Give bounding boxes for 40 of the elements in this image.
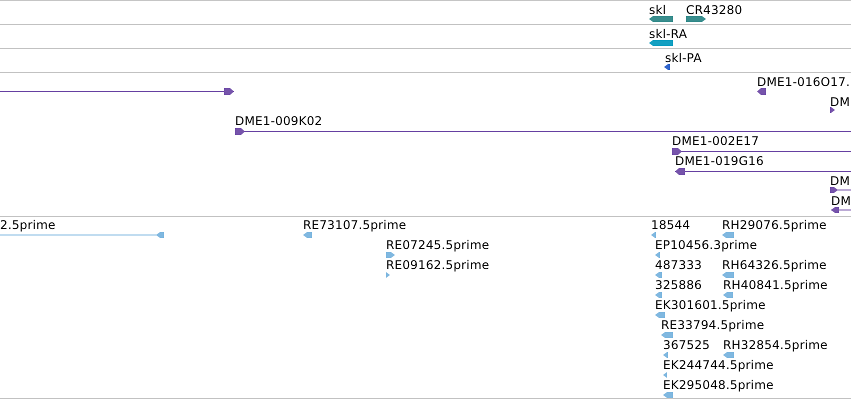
feature-line[interactable]	[675, 168, 851, 174]
feature-glyph[interactable]	[830, 107, 835, 113]
feature-label: RH29076.5prime	[722, 218, 827, 232]
feature-label: RH40841.5prime	[723, 278, 828, 292]
feature-label: 325886	[655, 278, 702, 292]
feature-label: DME1-019G16	[675, 154, 764, 168]
feature-glyph[interactable]	[664, 64, 670, 70]
feature-line[interactable]	[831, 207, 851, 213]
feature-line[interactable]	[235, 128, 851, 134]
feature-label: DM	[831, 194, 851, 208]
feature-glyph[interactable]	[649, 16, 673, 22]
feature-label: skl-PA	[665, 51, 702, 65]
feature-label: DME1-009K02	[235, 114, 322, 128]
feature-line[interactable]	[0, 88, 234, 94]
feature-label: RH32854.5prime	[723, 338, 828, 352]
feature-label: DME1-002E17	[672, 134, 760, 148]
feature-glyph[interactable]	[649, 40, 673, 46]
feature-label: RH64326.5prime	[722, 258, 827, 272]
feature-label: 18544	[651, 218, 690, 232]
feature-label: RE09162.5prime	[386, 258, 490, 272]
feature-label: RE73107.5prime	[303, 218, 406, 232]
feature-label: EK295048.5prime	[663, 378, 774, 392]
feature-label: RE07245.5prime	[386, 238, 490, 252]
feature-label: DM	[830, 174, 850, 188]
feature-label: 367525	[663, 338, 710, 352]
feature-glyph[interactable]	[686, 16, 706, 22]
feature-label: EK301601.5prime	[655, 298, 766, 312]
feature-glyph[interactable]	[757, 88, 766, 94]
feature-label: EK244744.5prime	[663, 358, 774, 372]
feature-line[interactable]	[672, 148, 851, 154]
feature-label: RE33794.5prime	[661, 318, 764, 332]
feature-label: CR43280	[686, 3, 742, 17]
feature-label: skl-RA	[649, 27, 688, 41]
feature-label: DM	[830, 95, 850, 109]
feature-label: skl	[649, 3, 666, 17]
feature-label: EP10456.3prime	[655, 238, 758, 252]
feature-line[interactable]	[830, 187, 851, 193]
feature-label: DME1-016O17.	[757, 75, 850, 89]
feature-label: 487333	[655, 258, 702, 272]
feature-label: 2.5prime	[0, 218, 56, 232]
